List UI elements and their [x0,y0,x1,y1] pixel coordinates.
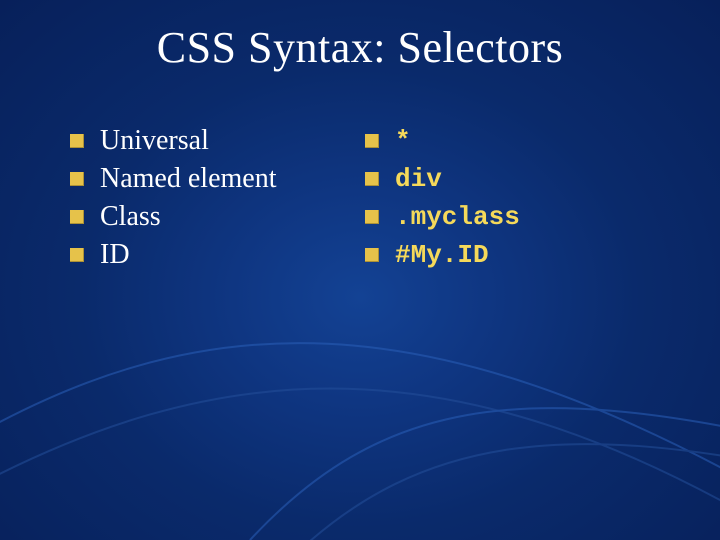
list-item: * [365,124,660,158]
selector-syntax: * [395,124,411,158]
background-swoosh [0,240,720,540]
selector-name: Universal [100,124,209,158]
list-item: Named element [70,162,365,196]
selector-name: Named element [100,162,276,196]
square-bullet-icon [70,248,84,262]
selector-syntax: #My.ID [395,238,489,272]
list-item: div [365,162,660,196]
square-bullet-icon [365,172,379,186]
list-item: ID [70,238,365,272]
square-bullet-icon [70,134,84,148]
list-item: .myclass [365,200,660,234]
square-bullet-icon [365,134,379,148]
selector-name: Class [100,200,161,234]
selector-name: ID [100,238,130,272]
square-bullet-icon [70,172,84,186]
right-column: * div .myclass #My.ID [365,120,660,276]
selector-syntax: .myclass [395,200,520,234]
list-item: Universal [70,124,365,158]
square-bullet-icon [365,248,379,262]
slide-title: CSS Syntax: Selectors [0,22,720,73]
left-column: Universal Named element Class ID [70,120,365,276]
list-item: Class [70,200,365,234]
content-columns: Universal Named element Class ID * div .… [70,120,660,276]
square-bullet-icon [365,210,379,224]
square-bullet-icon [70,210,84,224]
selector-syntax: div [395,162,442,196]
list-item: #My.ID [365,238,660,272]
